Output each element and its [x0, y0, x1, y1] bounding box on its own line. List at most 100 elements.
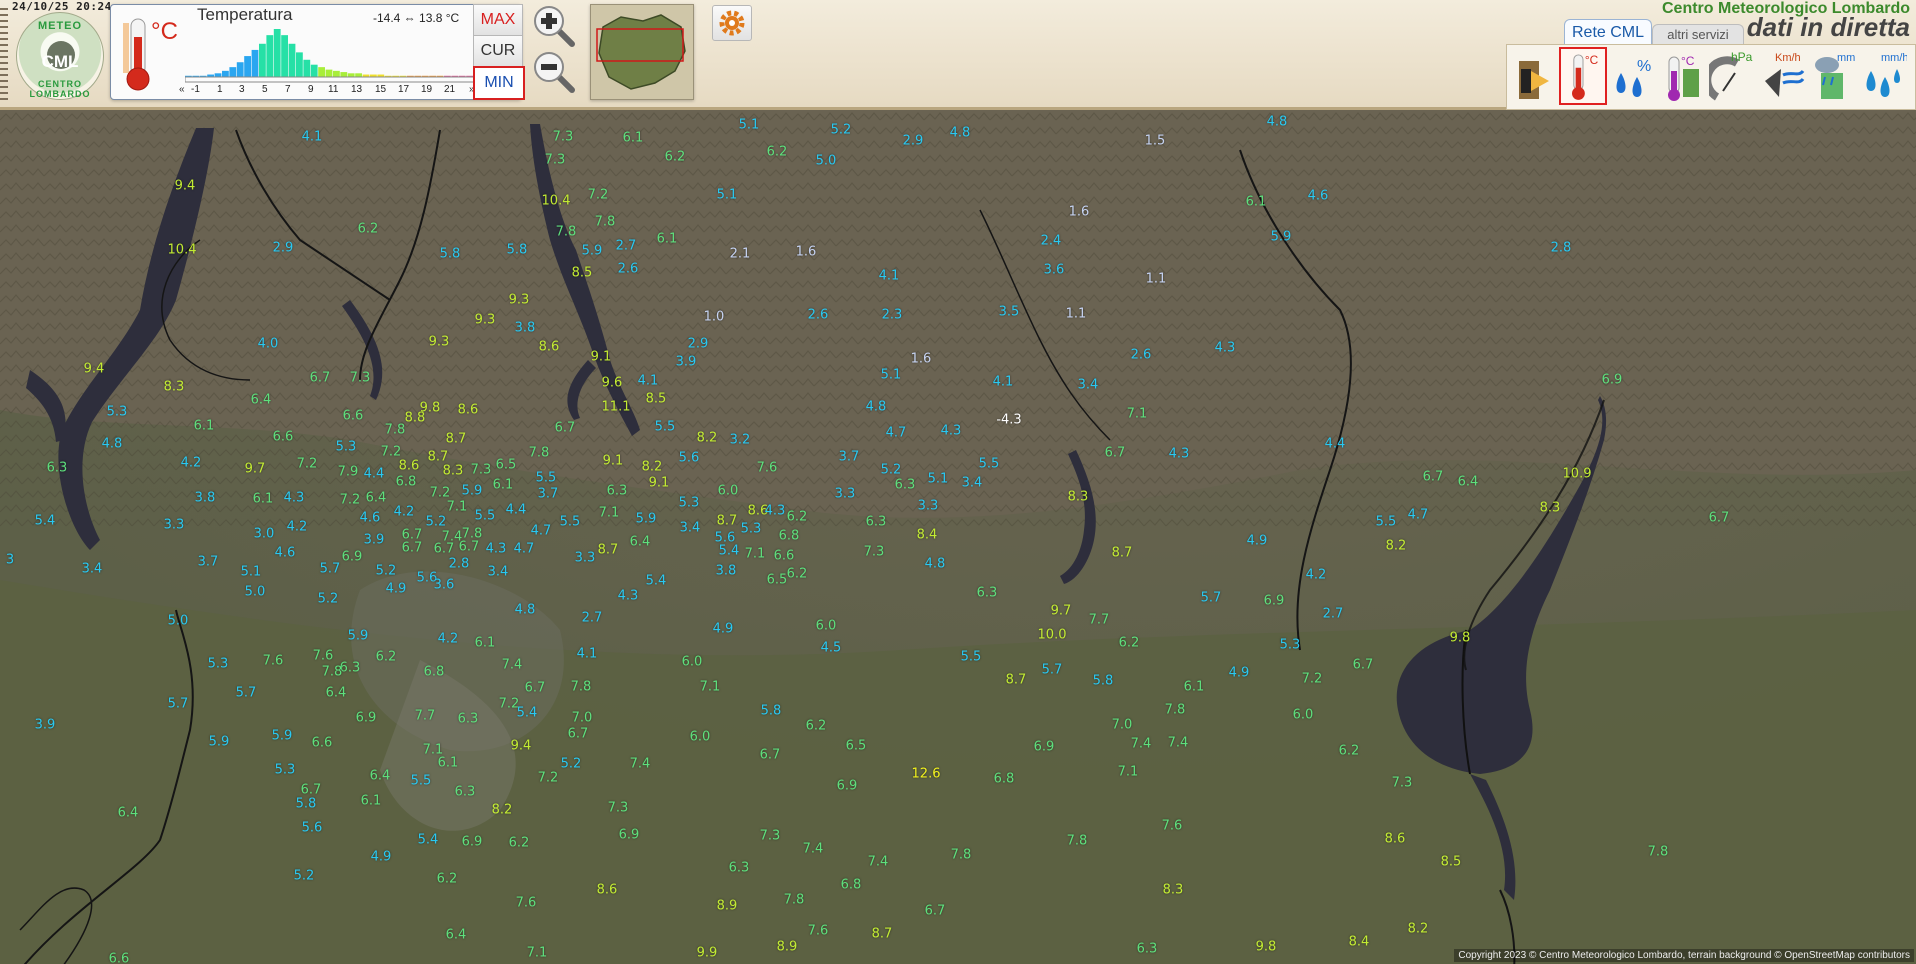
gear-icon[interactable] [712, 5, 752, 41]
station-temperature[interactable]: 7.2 [430, 486, 451, 501]
station-temperature[interactable]: 5.5 [536, 471, 557, 486]
station-temperature[interactable]: 7.6 [757, 461, 778, 476]
station-temperature[interactable]: 5.2 [426, 515, 447, 530]
station-temperature[interactable]: 6.0 [718, 484, 739, 499]
station-temperature[interactable]: 7.1 [745, 547, 766, 562]
station-temperature[interactable]: 5.9 [582, 244, 603, 259]
station-temperature[interactable]: 3.3 [835, 487, 856, 502]
station-temperature[interactable]: 5.7 [320, 562, 341, 577]
station-temperature[interactable]: 5.7 [1042, 663, 1063, 678]
station-temperature[interactable]: 6.0 [682, 655, 703, 670]
station-temperature[interactable]: 6.2 [1119, 636, 1140, 651]
station-temperature[interactable]: 6.7 [568, 727, 589, 742]
station-temperature[interactable]: 3.4 [962, 476, 983, 491]
station-temperature[interactable]: 5.0 [168, 614, 189, 629]
station-temperature[interactable]: 6.8 [994, 772, 1015, 787]
station-temperature[interactable]: 7.6 [1162, 819, 1183, 834]
station-temperature[interactable]: 4.8 [925, 557, 946, 572]
station-temperature[interactable]: 9.8 [1256, 940, 1277, 955]
station-temperature[interactable]: 9.3 [475, 313, 496, 328]
station-temperature[interactable]: 4.9 [713, 622, 734, 637]
station-temperature[interactable]: 6.1 [438, 756, 459, 771]
back-arrow-icon[interactable] [1509, 47, 1557, 105]
station-temperature[interactable]: 6.1 [1246, 195, 1267, 210]
station-temperature[interactable]: 8.7 [428, 450, 449, 465]
station-temperature[interactable]: 6.7 [760, 748, 781, 763]
station-temperature[interactable]: 6.4 [370, 769, 391, 784]
station-temperature[interactable]: 7.2 [588, 188, 609, 203]
station-temperature[interactable]: 6.2 [437, 872, 458, 887]
station-temperature[interactable]: 6.3 [47, 461, 68, 476]
station-temperature[interactable]: 1.6 [911, 352, 932, 367]
station-temperature[interactable]: 4.3 [1169, 447, 1190, 462]
station-temperature[interactable]: 5.3 [107, 405, 128, 420]
station-temperature[interactable]: 6.7 [1709, 511, 1730, 526]
station-temperature[interactable]: 3.0 [254, 527, 275, 542]
station-temperature[interactable]: 7.8 [385, 423, 406, 438]
station-temperature[interactable]: 2.8 [1551, 241, 1572, 256]
station-temperature[interactable]: 4.2 [394, 505, 415, 520]
station-temperature[interactable]: 4.4 [1325, 437, 1346, 452]
station-temperature[interactable]: 1.6 [796, 245, 817, 260]
station-temperature[interactable]: 7.3 [553, 130, 574, 145]
wind-icon[interactable]: Km/h [1759, 47, 1807, 105]
station-temperature[interactable]: 6.4 [118, 806, 139, 821]
station-temperature[interactable]: 2.3 [882, 308, 903, 323]
station-temperature[interactable]: 6.2 [376, 650, 397, 665]
pressure-icon[interactable]: hPa [1709, 47, 1757, 105]
station-temperature[interactable]: 2.6 [808, 308, 829, 323]
station-temperature[interactable]: 6.0 [690, 730, 711, 745]
station-temperature[interactable]: 5.9 [462, 484, 483, 499]
station-temperature[interactable]: 9.4 [84, 362, 105, 377]
station-temperature[interactable]: 8.6 [458, 403, 479, 418]
station-temperature[interactable]: 6.7 [1105, 446, 1126, 461]
station-temperature[interactable]: 7.6 [516, 896, 537, 911]
station-temperature[interactable]: 7.1 [599, 506, 620, 521]
station-temperature[interactable]: 4.6 [360, 511, 381, 526]
station-temperature[interactable]: 6.2 [787, 510, 808, 525]
station-temperature[interactable]: 9.4 [511, 739, 532, 754]
station-temperature[interactable]: 8.3 [1163, 883, 1184, 898]
station-temperature[interactable]: 7.4 [630, 757, 651, 772]
station-temperature[interactable]: 6.3 [458, 712, 479, 727]
station-temperature[interactable]: 7.3 [608, 801, 629, 816]
station-temperature[interactable]: 2.7 [1323, 607, 1344, 622]
station-temperature[interactable]: 10.9 [1563, 467, 1592, 482]
station-temperature[interactable]: 5.2 [881, 463, 902, 478]
station-temperature[interactable]: 5.2 [561, 757, 582, 772]
station-temperature[interactable]: 5.3 [1280, 638, 1301, 653]
station-temperature[interactable]: 6.3 [455, 785, 476, 800]
rainrate-icon[interactable]: mm/h [1859, 47, 1907, 105]
map-viewport[interactable]: 4.1 9.4 10.4 2.9 6.2 5.8 5.8 4.0 9.3 9.3 9.3 3.8 8.6… [0, 110, 1916, 964]
station-temperature[interactable]: 7.3 [471, 463, 492, 478]
station-temperature[interactable]: 7.2 [1302, 672, 1323, 687]
station-temperature[interactable]: 3.4 [488, 565, 509, 580]
station-temperature[interactable]: 6.9 [1602, 373, 1623, 388]
station-temperature[interactable]: 7.7 [415, 709, 436, 724]
station-temperature[interactable]: 4.7 [531, 524, 552, 539]
station-temperature[interactable]: 8.6 [1385, 832, 1406, 847]
station-temperature[interactable]: 3.8 [195, 491, 216, 506]
station-temperature[interactable]: 1.6 [1069, 205, 1090, 220]
station-temperature[interactable]: 5.2 [294, 869, 315, 884]
station-temperature[interactable]: 8.5 [572, 266, 593, 281]
station-temperature[interactable]: 4.8 [515, 603, 536, 618]
station-temperature[interactable]: 4.7 [514, 542, 535, 557]
station-temperature[interactable]: 3.9 [364, 533, 385, 548]
station-temperature[interactable]: 7.6 [808, 924, 829, 939]
station-temperature[interactable]: 5.5 [411, 774, 432, 789]
station-temperature[interactable]: 4.8 [1267, 115, 1288, 130]
station-temperature[interactable]: 9.1 [603, 454, 624, 469]
station-temperature[interactable]: 5.1 [739, 118, 760, 133]
station-temperature[interactable]: 1.0 [704, 310, 725, 325]
station-temperature[interactable]: 4.8 [866, 400, 887, 415]
station-temperature[interactable]: 10.4 [542, 194, 571, 209]
station-temperature[interactable]: 3.3 [575, 551, 596, 566]
station-temperature[interactable]: 3.9 [676, 355, 697, 370]
max-button[interactable]: MAX [473, 4, 523, 36]
station-temperature[interactable]: 7.4 [1168, 736, 1189, 751]
station-temperature[interactable]: 6.4 [630, 535, 651, 550]
station-temperature[interactable]: 7.0 [572, 711, 593, 726]
station-temperature[interactable]: 4.2 [1306, 568, 1327, 583]
rain-icon[interactable]: mm [1809, 47, 1857, 105]
